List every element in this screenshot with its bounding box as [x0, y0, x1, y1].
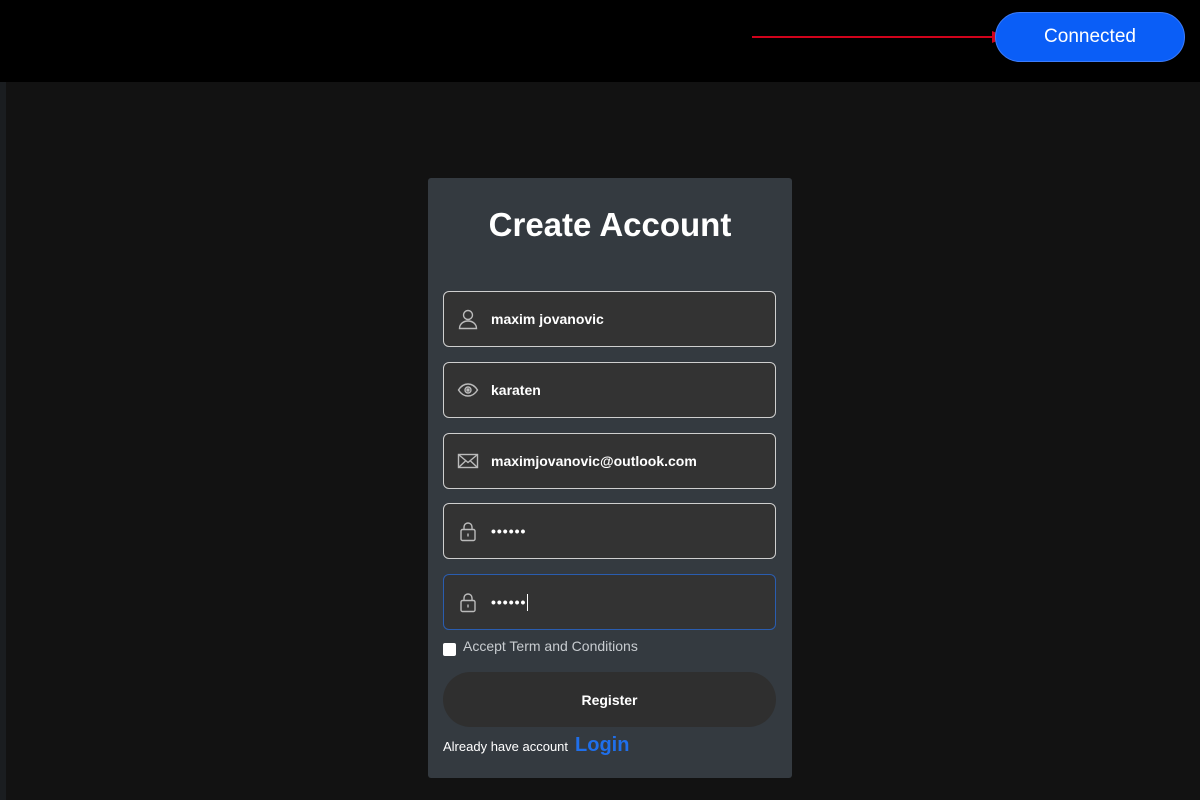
user-icon	[457, 308, 479, 330]
password-field[interactable]: ••••••	[443, 503, 776, 559]
terms-row: Accept Term and Conditions	[443, 637, 638, 656]
username-value: maxim jovanovic	[491, 311, 604, 327]
login-prompt: Already have account	[443, 739, 569, 754]
email-field[interactable]: maximjovanovic@outlook.com	[443, 433, 776, 489]
email-value: maximjovanovic@outlook.com	[491, 453, 697, 469]
terms-checkbox[interactable]	[443, 643, 456, 656]
terms-label: Accept Term and Conditions	[463, 637, 638, 654]
password-value: ••••••	[491, 523, 527, 539]
name-value: karaten	[491, 382, 541, 398]
confirm-password-value: ••••••	[491, 594, 527, 610]
login-row: Already have account Login	[443, 734, 629, 757]
confirm-password-field[interactable]: ••••••	[443, 574, 776, 630]
page-title: Create Account	[488, 206, 732, 243]
login-link[interactable]: Login	[575, 734, 629, 757]
name-field[interactable]: karaten	[443, 362, 776, 418]
envelope-icon	[457, 450, 479, 472]
text-caret	[527, 593, 529, 611]
register-button[interactable]: Register	[443, 672, 776, 727]
left-edge-strip	[0, 82, 6, 800]
eye-icon	[457, 379, 479, 401]
lock-icon	[457, 591, 479, 613]
connected-button[interactable]: Connected	[995, 12, 1185, 62]
red-arrow-annotation	[752, 31, 1007, 43]
lock-icon	[457, 520, 479, 542]
username-field[interactable]: maxim jovanovic	[443, 291, 776, 347]
